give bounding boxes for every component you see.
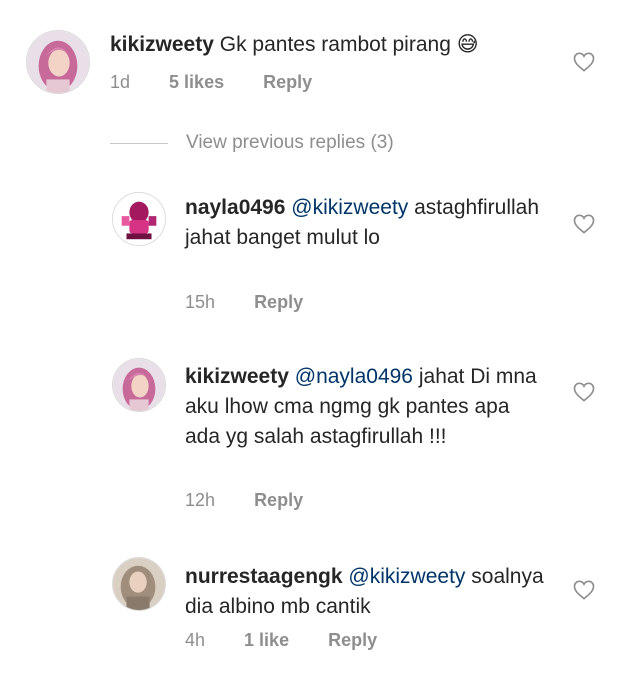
- avatar-photo-icon: [113, 558, 165, 610]
- avatar-logo-icon: [113, 193, 165, 245]
- avatar[interactable]: [112, 192, 166, 246]
- mention-link[interactable]: @nayla0496: [295, 365, 413, 388]
- avatar-photo-icon: [27, 31, 89, 93]
- avatar[interactable]: [112, 557, 166, 611]
- avatar[interactable]: [26, 30, 90, 94]
- timestamp: 15h: [185, 292, 216, 312]
- comment-text: nayla0496 @kikizweety astaghfirullah jah…: [185, 193, 555, 253]
- reply-button[interactable]: Reply: [254, 490, 303, 510]
- comment-text: kikizweety Gk pantes rambot pirang 😅: [110, 30, 570, 60]
- view-previous-label: View previous replies (3): [186, 132, 394, 153]
- comment-meta: 15h Reply: [185, 292, 337, 313]
- comment-meta: 12h Reply: [185, 490, 337, 511]
- comment-body: Gk pantes rambot pirang 😅: [219, 33, 479, 56]
- comment-meta: 1d 5 likes Reply: [110, 72, 346, 93]
- timestamp: 4h: [185, 630, 206, 650]
- divider-line: [110, 142, 168, 144]
- like-heart-icon[interactable]: [573, 214, 595, 234]
- comment-text: nurrestaagengk @kikizweety soalnya dia a…: [185, 562, 565, 622]
- avatar-photo-icon: [113, 359, 165, 411]
- username[interactable]: kikizweety: [110, 33, 214, 56]
- timestamp: 1d: [110, 72, 131, 92]
- like-heart-icon[interactable]: [573, 580, 595, 600]
- like-heart-icon[interactable]: [573, 382, 595, 402]
- avatar[interactable]: [112, 358, 166, 412]
- timestamp: 12h: [185, 490, 216, 510]
- reply-button[interactable]: Reply: [263, 72, 312, 92]
- like-heart-icon[interactable]: [573, 52, 595, 72]
- username[interactable]: nurrestaagengk: [185, 565, 343, 588]
- likes-count[interactable]: 5 likes: [169, 72, 224, 92]
- reply-button[interactable]: Reply: [254, 292, 303, 312]
- likes-count[interactable]: 1 like: [244, 630, 289, 650]
- username[interactable]: kikizweety: [185, 365, 289, 388]
- comment-meta: 4h 1 like Reply: [185, 630, 411, 651]
- comment-text: kikizweety @nayla0496 jahat Di mna aku l…: [185, 362, 550, 452]
- mention-link[interactable]: @kikizweety: [348, 565, 465, 588]
- username[interactable]: nayla0496: [185, 196, 285, 219]
- view-previous-replies-button[interactable]: View previous replies (3): [110, 132, 394, 154]
- reply-button[interactable]: Reply: [328, 630, 377, 650]
- mention-link[interactable]: @kikizweety: [291, 196, 408, 219]
